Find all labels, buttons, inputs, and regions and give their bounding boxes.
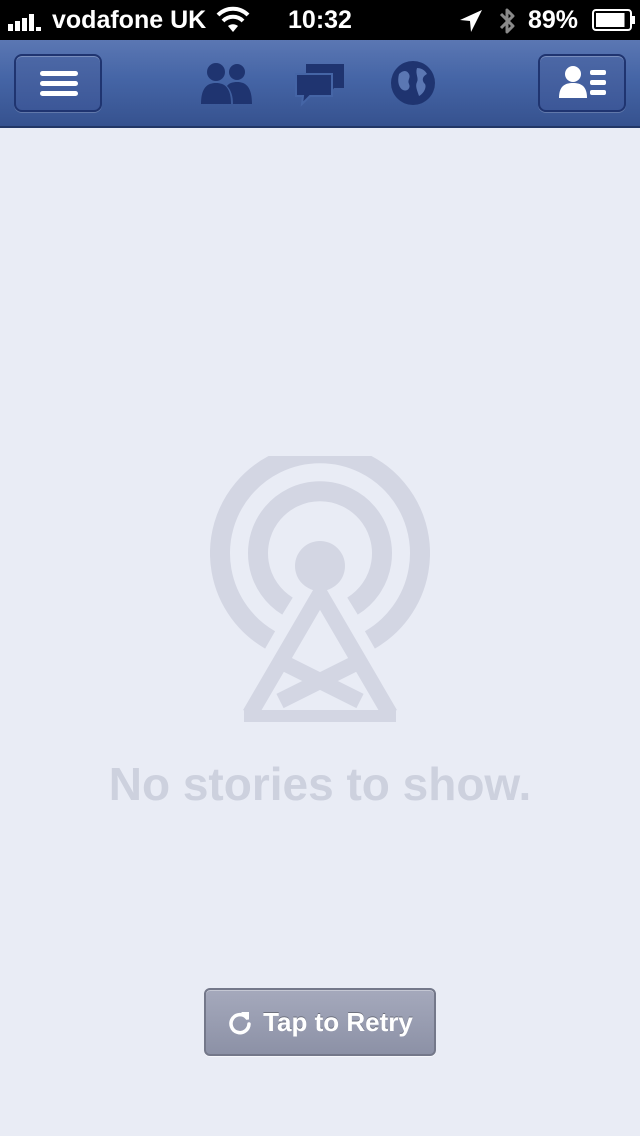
contacts-list-icon	[559, 66, 606, 98]
empty-state-message: No stories to show.	[108, 758, 532, 810]
menu-button[interactable]	[14, 54, 102, 112]
bluetooth-icon	[499, 8, 515, 34]
broadcast-tower-icon	[210, 456, 430, 722]
retry-button-label: Tap to Retry	[263, 1006, 413, 1037]
location-arrow-icon	[460, 10, 482, 32]
battery-icon	[592, 9, 635, 31]
friend-requests-icon[interactable]	[199, 58, 255, 108]
battery-percentage: 89%	[528, 6, 579, 34]
contacts-button[interactable]	[538, 54, 626, 112]
notifications-globe-icon[interactable]	[385, 58, 441, 108]
navigation-bar	[0, 40, 640, 128]
messages-icon[interactable]	[292, 58, 348, 108]
status-bar: vodafone UK 10:32 89%	[0, 0, 640, 40]
menu-icon	[40, 71, 78, 96]
retry-button[interactable]: Tap to Retry	[204, 988, 436, 1056]
refresh-icon	[229, 1012, 251, 1035]
